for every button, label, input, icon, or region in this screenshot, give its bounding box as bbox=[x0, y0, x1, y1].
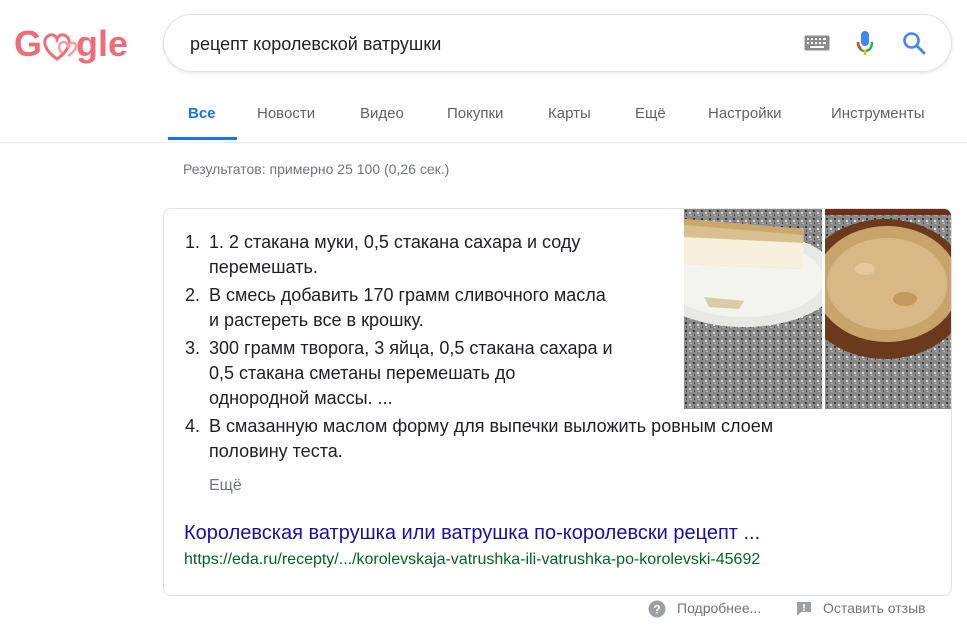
result-stats: Результатов: примерно 25 100 (0,26 сек.) bbox=[183, 161, 450, 177]
tab-settings[interactable]: Настройки bbox=[708, 105, 782, 122]
logo-graphic: G gle bbox=[14, 23, 128, 64]
result-url: https://eda.ru/recepty/.../korolevskaja-… bbox=[184, 551, 761, 568]
featured-snippet-card: 1. 1. 2 стакана муки, 0,5 стакана сахара… bbox=[163, 208, 952, 596]
search-box[interactable] bbox=[163, 14, 952, 72]
result-title-link[interactable]: Королевская ватрушка или ватрушка по-кор… bbox=[184, 522, 760, 545]
list-item: 4. В смазанную маслом форму для выпечки … bbox=[185, 416, 774, 461]
keyboard-icon[interactable] bbox=[804, 35, 830, 56]
feedback-icon[interactable] bbox=[795, 600, 813, 618]
tab-tools[interactable]: Инструменты bbox=[831, 105, 925, 122]
svg-text:gle: gle bbox=[76, 23, 128, 64]
search-tabs: Все Новости Видео Покупки Карты Ещё Наст… bbox=[0, 96, 967, 143]
active-tab-indicator bbox=[168, 137, 237, 140]
tab-shopping[interactable]: Покупки bbox=[447, 105, 503, 122]
feedback-link[interactable]: Оставить отзыв bbox=[823, 600, 926, 616]
recipe-photo-slice[interactable] bbox=[684, 209, 822, 409]
tab-maps[interactable]: Карты bbox=[548, 105, 591, 122]
tab-more[interactable]: Ещё bbox=[635, 105, 666, 122]
microphone-icon[interactable] bbox=[856, 30, 874, 63]
help-icon[interactable]: ? bbox=[648, 600, 666, 618]
tab-news[interactable]: Новости bbox=[257, 105, 315, 122]
recipe-photo-dish[interactable] bbox=[825, 209, 952, 409]
show-more-link[interactable]: Ещё bbox=[209, 477, 242, 495]
search-input[interactable] bbox=[190, 33, 780, 55]
details-link[interactable]: Подробнее... bbox=[677, 600, 761, 616]
svg-text:?: ? bbox=[653, 603, 660, 617]
tab-all[interactable]: Все bbox=[188, 105, 216, 122]
google-doodle-logo[interactable]: G gle bbox=[14, 23, 128, 67]
svg-text:G: G bbox=[14, 23, 42, 64]
tab-video[interactable]: Видео bbox=[360, 105, 404, 122]
search-icon[interactable] bbox=[902, 31, 926, 60]
